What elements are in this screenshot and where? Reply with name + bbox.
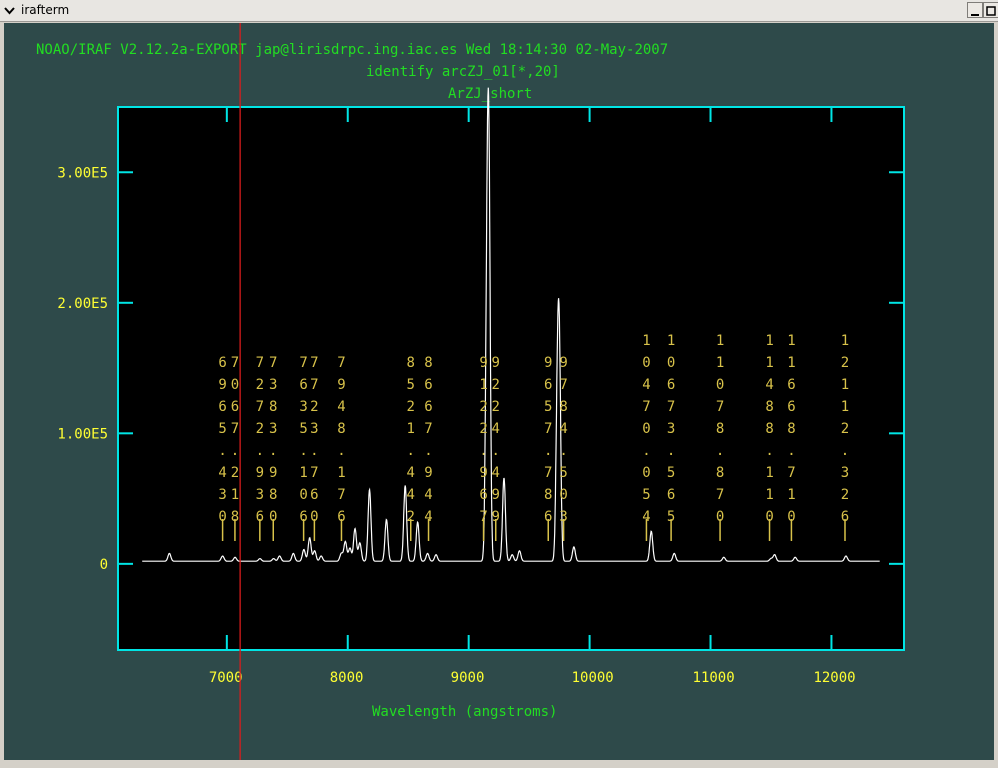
line-id-label: 10673.565 <box>667 333 675 525</box>
x-tick-label: 11000 <box>693 670 735 686</box>
window-title: irafterm <box>21 3 70 17</box>
maximize-icon[interactable] <box>983 2 998 18</box>
x-axis-tick-labels: 7000 8000 9000 10000 11000 12000 <box>209 670 856 686</box>
header-line-2: identify arcZJ_01[*,20] <box>366 64 560 80</box>
line-id-label: 12112.326 <box>841 333 849 525</box>
x-tick-label: 10000 <box>572 670 614 686</box>
x-tick-label: 8000 <box>330 670 364 686</box>
line-id-label: 11078.870 <box>716 333 724 525</box>
title-bar[interactable]: irafterm <box>0 0 998 22</box>
line-id-label: 11488.110 <box>765 333 773 525</box>
close-icon[interactable] <box>967 2 983 18</box>
chevron-down-icon[interactable] <box>2 3 17 18</box>
y-axis-tick-labels: 0 1.00E5 2.00E5 3.00E5 <box>57 165 108 573</box>
header-line-1: NOAO/IRAF V2.12.2a-EXPORT jap@lirisdrpc.… <box>36 42 668 58</box>
y-tick-label: 1.00E5 <box>57 426 108 442</box>
y-tick-label: 2.00E5 <box>57 296 108 312</box>
x-axis-label: Wavelength (angstroms) <box>372 704 557 720</box>
x-tick-label: 9000 <box>451 670 485 686</box>
y-tick-label: 3.00E5 <box>57 165 108 181</box>
spectrum-plot[interactable]: NOAO/IRAF V2.12.2a-EXPORT jap@lirisdrpc.… <box>4 23 994 760</box>
line-id-label: 10470.054 <box>642 333 650 525</box>
y-tick-label: 0 <box>100 557 108 573</box>
x-tick-label: 7000 <box>209 670 243 686</box>
graphics-terminal[interactable]: NOAO/IRAF V2.12.2a-EXPORT jap@lirisdrpc.… <box>4 23 994 760</box>
line-id-label: 11668.710 <box>787 333 795 525</box>
header-line-3: ArZJ_short <box>448 86 532 102</box>
x-tick-label: 12000 <box>813 670 855 686</box>
irafterm-window: irafterm NOAO/IRAF V2.12.2a-EXPORT jap@l… <box>0 0 998 768</box>
